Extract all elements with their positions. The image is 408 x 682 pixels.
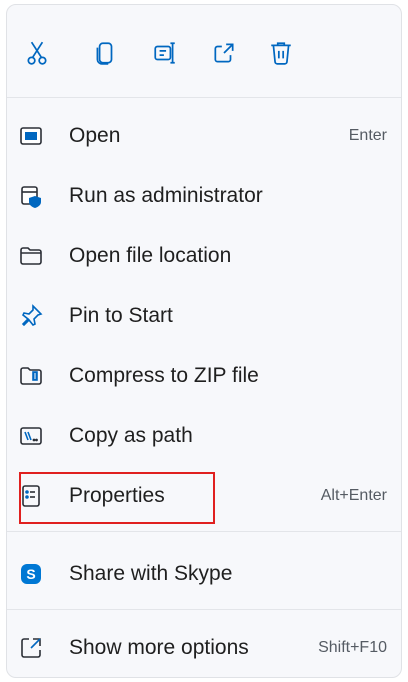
cut-button[interactable] — [19, 35, 55, 71]
menu-item-copy-as-path[interactable]: Copy as path — [7, 405, 401, 465]
separator — [7, 97, 401, 98]
folder-icon — [17, 242, 45, 270]
menu-item-label: Open — [69, 124, 121, 147]
open-app-icon — [17, 122, 45, 150]
menu-item-label: Run as administrator — [69, 184, 263, 207]
copy-path-icon — [17, 422, 45, 450]
separator — [7, 609, 401, 610]
menu-item-pin-to-start[interactable]: Pin to Start — [7, 285, 401, 345]
svg-text:S: S — [26, 566, 35, 582]
pin-icon — [17, 302, 45, 330]
menu-item-run-as-administrator[interactable]: Run as administrator — [7, 165, 401, 225]
copy-icon — [96, 42, 113, 65]
copy-button[interactable] — [87, 35, 123, 71]
rename-icon — [154, 42, 175, 64]
context-menu: Open Enter Run as administrator Open fil… — [6, 4, 402, 678]
menu-item-open-file-location[interactable]: Open file location — [7, 225, 401, 285]
rename-button[interactable] — [147, 35, 183, 71]
menu-item-shortcut: Shift+F10 — [318, 639, 387, 656]
context-menu-toolbar — [7, 5, 401, 97]
menu-item-label: Copy as path — [69, 424, 193, 447]
menu-item-label: Show more options — [69, 636, 249, 659]
menu-item-label: Pin to Start — [69, 304, 173, 327]
share-icon — [214, 43, 234, 63]
highlight-annotation-box — [19, 472, 215, 524]
menu-item-label: Open file location — [69, 244, 232, 267]
zip-folder-icon — [17, 362, 45, 390]
menu-item-label: Compress to ZIP file — [69, 364, 259, 387]
admin-shield-icon — [17, 182, 45, 210]
skype-icon: S — [17, 560, 45, 588]
menu-item-show-more-options[interactable]: Show more options Shift+F10 — [7, 617, 401, 677]
scissors-icon — [27, 41, 47, 65]
trash-icon — [271, 42, 291, 65]
menu-item-label: Share with Skype — [69, 562, 233, 585]
delete-button[interactable] — [263, 35, 299, 71]
menu-item-shortcut: Alt+Enter — [320, 487, 387, 504]
menu-item-compress-to-zip[interactable]: Compress to ZIP file — [7, 345, 401, 405]
menu-item-share-with-skype[interactable]: S Share with Skype — [7, 543, 401, 603]
more-options-icon — [17, 634, 45, 662]
menu-item-open[interactable]: Open Enter — [7, 105, 401, 165]
separator — [7, 531, 401, 532]
menu-item-shortcut: Enter — [348, 127, 387, 144]
share-button[interactable] — [206, 35, 242, 71]
